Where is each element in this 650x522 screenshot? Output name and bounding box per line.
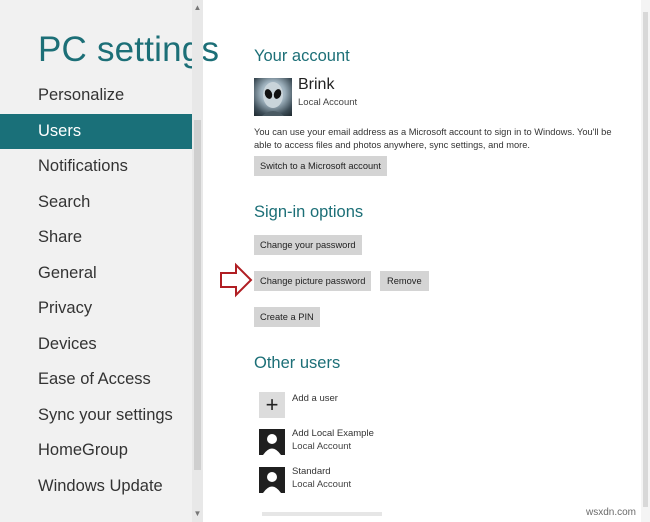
create-pin-button[interactable]: Create a PIN (254, 307, 320, 327)
nav-item-personalize[interactable]: Personalize (0, 78, 192, 114)
nav-item-sync-settings[interactable]: Sync your settings (0, 398, 192, 434)
your-account-heading: Your account (254, 47, 350, 65)
remove-picture-password-button[interactable]: Remove (380, 271, 429, 291)
nav-item-homegroup[interactable]: HomeGroup (0, 433, 192, 469)
change-password-button[interactable]: Change your password (254, 235, 362, 255)
microsoft-account-description: You can use your email address as a Micr… (254, 127, 612, 150)
nav-item-users[interactable]: Users (0, 113, 192, 149)
nav-item-windows-update[interactable]: Windows Update (0, 469, 192, 505)
left-navigation-pane: PC settings Personalize Users Notificati… (0, 0, 219, 522)
person-silhouette-icon (263, 472, 281, 493)
other-user-name[interactable]: Add Local Example (292, 428, 374, 439)
watermark: wsxdn.com (585, 507, 636, 518)
other-user-name[interactable]: Standard (292, 466, 331, 477)
switch-microsoft-account-button[interactable]: Switch to a Microsoft account (254, 156, 387, 176)
scroll-up-icon[interactable]: ▲ (192, 2, 203, 14)
user-icon[interactable] (259, 467, 285, 493)
nav-item-search[interactable]: Search (0, 185, 192, 221)
plus-icon[interactable]: + (259, 392, 285, 418)
nav-scrollbar[interactable]: ▲ ▼ (192, 0, 203, 522)
other-user-type: Local Account (292, 479, 352, 490)
other-users-heading: Other users (254, 354, 341, 372)
account-type: Local Account (298, 97, 358, 108)
nav-item-devices[interactable]: Devices (0, 327, 192, 363)
content-scrollbar[interactable] (641, 0, 650, 522)
change-picture-password-button[interactable]: Change picture password (254, 271, 372, 291)
person-silhouette-icon (263, 434, 281, 455)
cut-off-item (262, 512, 382, 516)
nav-item-share[interactable]: Share (0, 220, 192, 256)
add-user-link[interactable]: Add a user (292, 393, 338, 404)
account-user-name: Brink (298, 76, 335, 93)
alien-avatar-icon (262, 82, 284, 116)
red-arrow-icon (220, 262, 253, 298)
avatar (254, 78, 292, 116)
other-user-type: Local Account (292, 441, 352, 452)
nav-scroll-thumb[interactable] (194, 120, 201, 470)
nav-item-notifications[interactable]: Notifications (0, 149, 192, 185)
nav-item-general[interactable]: General (0, 256, 192, 292)
content-scroll-thumb[interactable] (643, 12, 648, 507)
user-icon[interactable] (259, 429, 285, 455)
scroll-down-icon[interactable]: ▼ (192, 508, 203, 520)
sign-in-options-heading: Sign-in options (254, 203, 364, 221)
settings-nav: Personalize Users Notifications Search S… (0, 78, 192, 504)
nav-item-privacy[interactable]: Privacy (0, 291, 192, 327)
nav-item-ease-of-access[interactable]: Ease of Access (0, 362, 192, 398)
